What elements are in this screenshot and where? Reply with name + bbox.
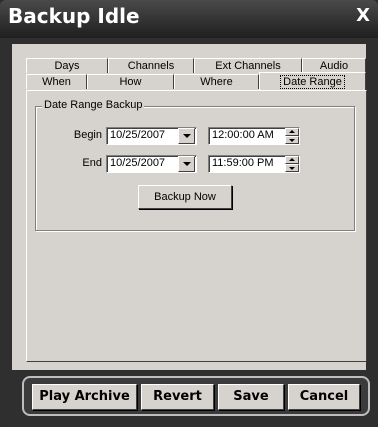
spin-up-icon[interactable] [285,128,299,136]
tab-content: Date Range Backup Begin 10/25/2007 12:00… [26,90,367,362]
begin-time-spinner[interactable] [285,128,299,144]
settings-panel: Days Channels Ext Channels Audio When Ho… [12,44,367,370]
group-label: Date Range Backup [42,99,145,111]
spin-up-icon[interactable] [285,156,299,164]
cancel-button[interactable]: Cancel [288,384,360,410]
date-range-group: Date Range Backup Begin 10/25/2007 12:00… [35,99,355,231]
tab-date-range[interactable]: Date Range [259,72,366,90]
revert-button[interactable]: Revert [141,384,214,410]
backup-now-button[interactable]: Backup Now [138,185,232,209]
action-bar: Play Archive Revert Save Cancel [22,376,370,416]
backup-window: Backup Idle X Days Channels Ext Channels… [0,0,378,427]
tab-how[interactable]: How [87,74,174,89]
begin-date-dropdown-icon[interactable] [178,128,195,144]
tab-channels[interactable]: Channels [108,58,194,73]
save-button[interactable]: Save [218,384,284,410]
begin-label: Begin [73,129,102,141]
tab-ext-channels[interactable]: Ext Channels [194,58,302,73]
tab-row-bottom: When How Where Date Range [26,72,370,90]
title-bar: Backup Idle X [0,0,378,38]
tab-days[interactable]: Days [26,58,108,73]
spin-down-icon[interactable] [285,136,299,144]
window-title: Backup Idle [8,4,140,28]
tab-date-range-label: Date Range [280,75,345,89]
end-date-dropdown-icon[interactable] [178,156,195,172]
end-label: End [82,157,102,169]
end-time-spinner[interactable] [285,156,299,172]
tab-where[interactable]: Where [174,74,259,89]
tab-audio[interactable]: Audio [302,58,366,73]
tab-when[interactable]: When [26,74,87,89]
close-button[interactable]: X [356,5,370,26]
spin-down-icon[interactable] [285,164,299,172]
play-archive-button[interactable]: Play Archive [32,384,137,410]
